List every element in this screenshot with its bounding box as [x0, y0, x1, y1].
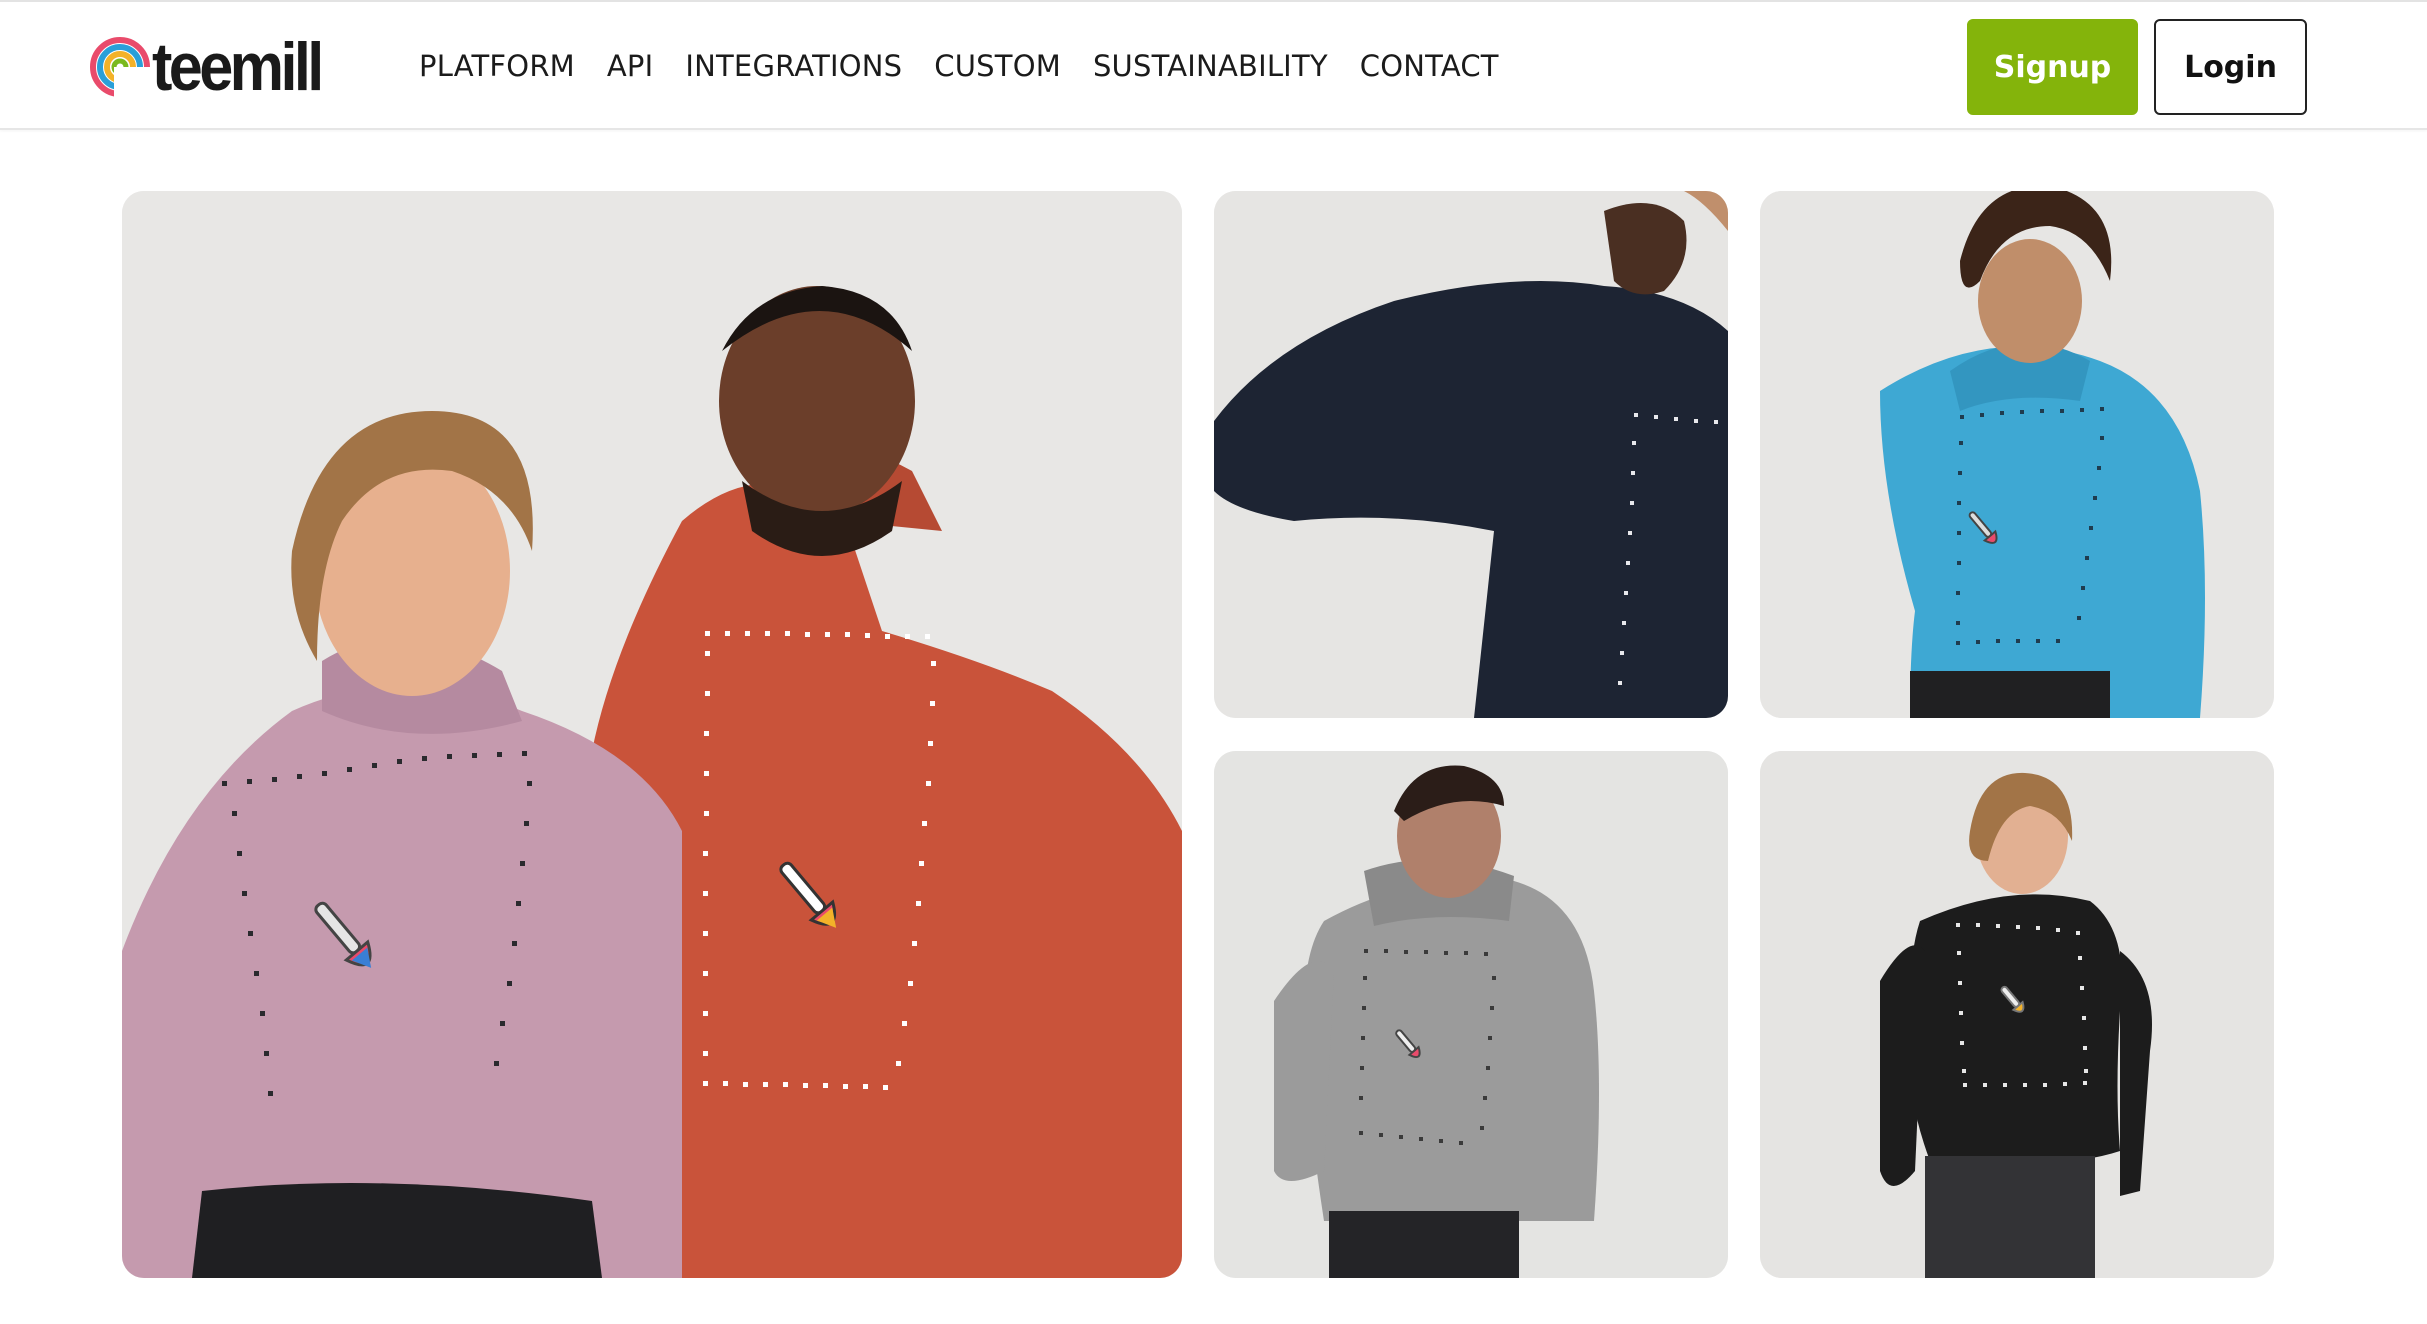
signup-button[interactable]: Signup	[1967, 19, 2138, 115]
grey-hoodie-illustration	[1214, 751, 1728, 1278]
login-button[interactable]: Login	[2154, 19, 2307, 115]
nav-item-api[interactable]: API	[607, 46, 653, 86]
nav-item-sustainability[interactable]: SUSTAINABILITY	[1093, 46, 1328, 86]
black-hoodie-illustration	[1760, 751, 2274, 1278]
nav-item-custom[interactable]: CUSTOM	[934, 46, 1061, 86]
hero-image[interactable]	[122, 191, 1182, 1278]
top-navbar: teemill PLATFORM API INTEGRATIONS CUSTOM…	[0, 0, 2427, 130]
grey-hoodie-image[interactable]	[1214, 751, 1728, 1278]
hero-hoodies-illustration	[122, 191, 1182, 1278]
nav-item-contact[interactable]: CONTACT	[1360, 46, 1499, 86]
navy-hoodie-illustration	[1214, 191, 1728, 718]
navy-hoodie-image[interactable]	[1214, 191, 1728, 718]
black-hoodie-image[interactable]	[1760, 751, 2274, 1278]
nav-item-integrations[interactable]: INTEGRATIONS	[685, 46, 902, 86]
rainbow-logo-icon	[90, 37, 150, 97]
nav-item-platform[interactable]: PLATFORM	[419, 46, 575, 86]
teemill-logo[interactable]: teemill	[90, 29, 339, 105]
blue-hoodie-illustration	[1760, 191, 2274, 718]
main-nav: PLATFORM API INTEGRATIONS CUSTOM SUSTAIN…	[419, 46, 1499, 86]
blue-hoodie-image[interactable]	[1760, 191, 2274, 718]
logo-wordmark: teemill	[152, 29, 324, 105]
